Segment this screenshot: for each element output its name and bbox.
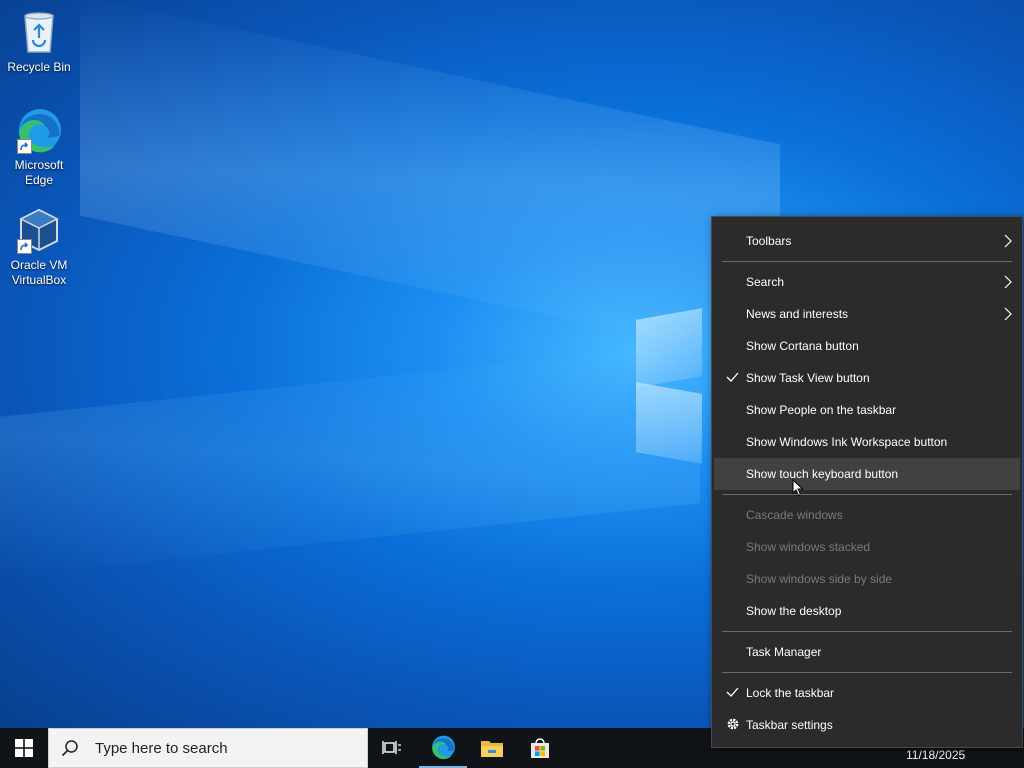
- store-bag-icon: [531, 738, 549, 758]
- search-input[interactable]: [93, 738, 357, 758]
- menu-item-taskbar-settings[interactable]: Taskbar settings: [714, 709, 1020, 741]
- task-view-button[interactable]: [368, 728, 416, 768]
- menu-item-label: News and interests: [746, 307, 849, 321]
- desktop-icon-label: Microsoft Edge: [14, 158, 64, 187]
- menu-separator: [722, 261, 1012, 262]
- windows-logo-icon: [15, 739, 33, 757]
- menu-item-show-cortana-button[interactable]: Show Cortana button: [714, 330, 1020, 362]
- taskbar-edge-button[interactable]: [419, 728, 467, 768]
- shortcut-arrow-icon: [17, 239, 32, 254]
- menu-item-label: Show windows stacked: [746, 540, 871, 554]
- desktop-icon-microsoft-edge[interactable]: Microsoft Edge: [1, 106, 77, 188]
- menu-item-label: Show Task View button: [746, 371, 870, 385]
- menu-item-label: Cascade windows: [746, 508, 843, 522]
- menu-item-label: Show touch keyboard button: [746, 467, 899, 481]
- menu-item-label: Search: [746, 275, 785, 289]
- light-beam: [0, 343, 700, 577]
- menu-item-label: Lock the taskbar: [746, 686, 835, 700]
- clock-date[interactable]: 11/18/2025: [906, 748, 965, 762]
- chevron-right-icon: [1004, 275, 1012, 289]
- desktop-icon-virtualbox[interactable]: Oracle VM VirtualBox: [1, 206, 77, 288]
- taskbar-search-box[interactable]: [48, 728, 368, 768]
- desktop-icon-label: Oracle VM VirtualBox: [10, 258, 68, 287]
- desktop-icon-recycle-bin[interactable]: Recycle Bin: [1, 8, 77, 75]
- chevron-right-icon: [1004, 307, 1012, 321]
- taskbar-store-button[interactable]: [516, 728, 564, 768]
- menu-item-label: Show Cortana button: [746, 339, 859, 353]
- menu-item-label: Show the desktop: [746, 604, 842, 618]
- menu-item-show-task-view-button[interactable]: Show Task View button: [714, 362, 1020, 394]
- menu-item-show-the-desktop[interactable]: Show the desktop: [714, 595, 1020, 627]
- menu-item-label: Show People on the taskbar: [746, 403, 897, 417]
- menu-item-toolbars[interactable]: Toolbars: [714, 225, 1020, 257]
- shortcut-arrow-icon: [17, 139, 32, 154]
- folder-icon: [481, 741, 503, 757]
- edge-icon: [432, 735, 455, 760]
- gear-icon: [727, 718, 739, 730]
- menu-item-task-manager[interactable]: Task Manager: [714, 636, 1020, 668]
- desktop-icon-label: Recycle Bin: [7, 60, 71, 74]
- start-button[interactable]: [0, 728, 48, 768]
- menu-separator: [722, 672, 1012, 673]
- menu-item-label: Show Windows Ink Workspace button: [746, 435, 948, 449]
- menu-item-label: Show windows side by side: [746, 572, 893, 586]
- menu-item-show-windows-side-by-side[interactable]: Show windows side by side: [714, 563, 1020, 595]
- menu-item-label: Taskbar settings: [746, 718, 833, 732]
- menu-item-label: Task Manager: [746, 645, 822, 659]
- menu-item-show-people-on-taskbar[interactable]: Show People on the taskbar: [714, 394, 1020, 426]
- checkmark-icon: [726, 372, 739, 382]
- checkmark-icon: [726, 687, 739, 697]
- recycle-bin-icon: [15, 8, 63, 56]
- taskbar-context-menu: Toolbars Search News and interests Show …: [711, 216, 1023, 748]
- menu-item-cascade-windows[interactable]: Cascade windows: [714, 499, 1020, 531]
- menu-item-show-windows-stacked[interactable]: Show windows stacked: [714, 531, 1020, 563]
- menu-item-search[interactable]: Search: [714, 266, 1020, 298]
- menu-item-show-touch-keyboard-button[interactable]: Show touch keyboard button: [714, 458, 1020, 497]
- taskbar-file-explorer-button[interactable]: [468, 728, 516, 768]
- virtualbox-icon: [15, 206, 63, 254]
- menu-item-news-and-interests[interactable]: News and interests: [714, 298, 1020, 330]
- task-view-icon: [382, 741, 401, 754]
- menu-item-show-windows-ink-workspace-button[interactable]: Show Windows Ink Workspace button: [714, 426, 1020, 458]
- menu-separator: [722, 631, 1012, 632]
- menu-item-label: Toolbars: [746, 234, 792, 248]
- edge-icon: [15, 106, 63, 154]
- menu-item-lock-the-taskbar[interactable]: Lock the taskbar: [714, 677, 1020, 709]
- menu-separator: [722, 494, 1012, 495]
- search-icon: [61, 740, 78, 757]
- chevron-right-icon: [1004, 234, 1012, 248]
